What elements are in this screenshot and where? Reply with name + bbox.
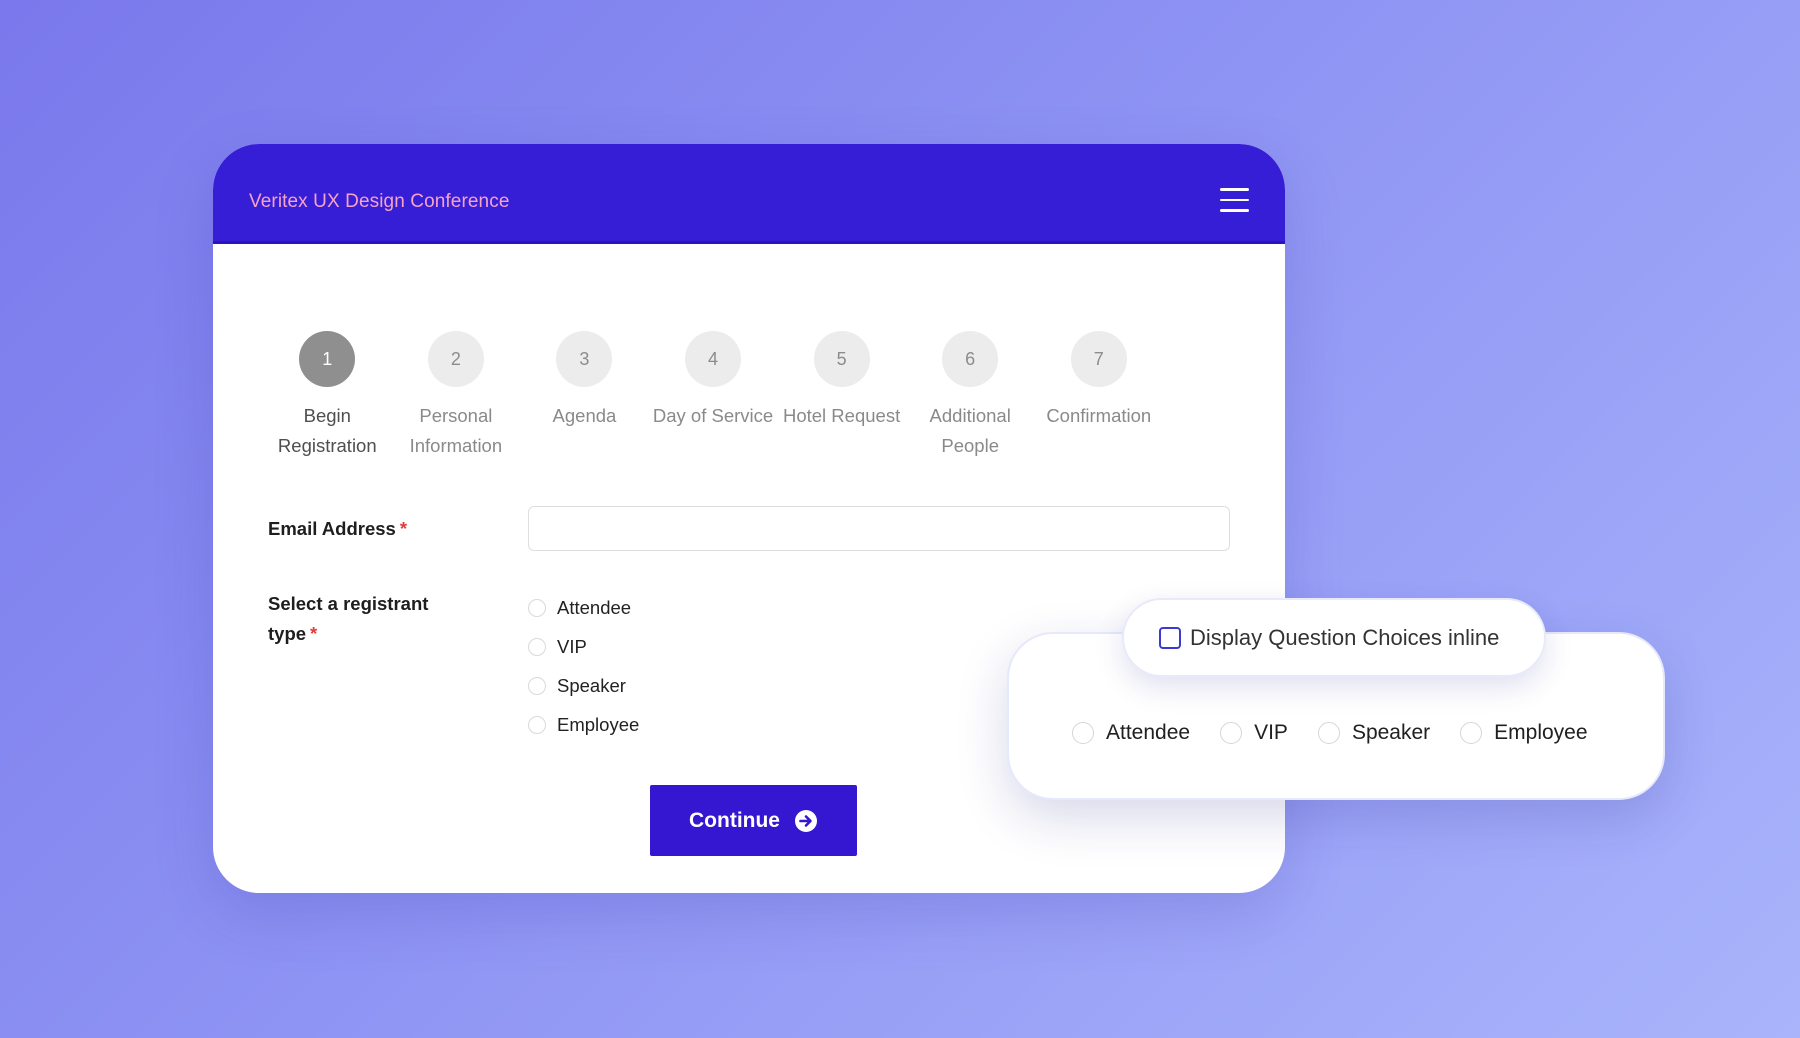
step-number: 5 <box>813 331 870 387</box>
step-personal-information[interactable]: 2 Personal Information <box>392 331 521 461</box>
radio-label: Employee <box>1494 721 1588 744</box>
radio-label: Speaker <box>1351 721 1431 744</box>
registrant-type-radio-group: Attendee VIP Speaker Employee <box>528 588 639 744</box>
step-number: 6 <box>942 331 999 387</box>
step-label: Begin Registration <box>277 405 377 456</box>
radio-button[interactable] <box>528 676 546 695</box>
email-label: Email Address * <box>268 518 408 539</box>
brand-title: Veritex UX Design Conference <box>249 191 510 212</box>
radio-label: VIP <box>557 635 587 657</box>
continue-button[interactable]: Continue <box>650 785 857 856</box>
step-number: 3 <box>556 331 613 387</box>
required-asterisk: * <box>310 623 318 644</box>
radio-button[interactable] <box>528 637 546 656</box>
email-field[interactable] <box>528 506 1230 551</box>
step-number: 4 <box>685 331 742 387</box>
step-confirmation[interactable]: 7 Confirmation <box>1034 331 1163 461</box>
hamburger-menu-icon[interactable] <box>1220 188 1249 212</box>
display-inline-toggle[interactable]: Display Question Choices inline <box>1122 598 1546 677</box>
radio-button[interactable] <box>1072 722 1094 744</box>
step-label: Additional People <box>929 405 1011 456</box>
step-number: 1 <box>299 331 356 387</box>
arrow-circle-right-icon <box>794 809 817 832</box>
required-asterisk: * <box>399 518 408 539</box>
radio-label: VIP <box>1254 721 1288 744</box>
radio-button[interactable] <box>528 598 546 617</box>
display-inline-checkbox[interactable] <box>1159 626 1181 649</box>
step-label: Day of Service <box>652 405 774 426</box>
step-progress: 1 Begin Registration 2 Personal Informat… <box>263 331 1163 461</box>
radio-button[interactable] <box>1317 722 1340 744</box>
radio-button[interactable] <box>1460 722 1483 744</box>
radio-option-speaker[interactable]: Speaker <box>528 666 639 705</box>
step-begin-registration[interactable]: 1 Begin Registration <box>263 331 392 461</box>
step-label: Personal Information <box>409 405 503 456</box>
step-additional-people[interactable]: 6 Additional People <box>906 331 1035 461</box>
radio-option-vip[interactable]: VIP <box>528 627 639 666</box>
step-label: Hotel Request <box>782 405 901 426</box>
radio-button[interactable] <box>1220 722 1243 744</box>
card-header: Veritex UX Design Conference <box>213 144 1285 244</box>
radio-button[interactable] <box>528 715 546 734</box>
step-label: Agenda <box>552 405 617 426</box>
inline-radio-group: Attendee VIP Speaker Employee <box>1072 721 1618 745</box>
step-hotel-request[interactable]: 5 Hotel Request <box>777 331 906 461</box>
radio-label: Attendee <box>557 596 632 618</box>
radio-option-employee[interactable]: Employee <box>528 705 639 744</box>
radio-label: Employee <box>557 713 640 735</box>
step-label: Confirmation <box>1046 405 1152 426</box>
step-day-of-service[interactable]: 4 Day of Service <box>649 331 778 461</box>
inline-option-speaker[interactable]: Speaker <box>1317 721 1431 745</box>
inline-option-attendee[interactable]: Attendee <box>1072 721 1190 745</box>
step-number: 2 <box>427 331 484 387</box>
step-number: 7 <box>1070 331 1127 387</box>
continue-label: Continue <box>689 808 780 832</box>
inline-option-vip[interactable]: VIP <box>1220 721 1288 745</box>
registrant-type-label: Select a registrant type * <box>268 593 429 644</box>
radio-label: Attendee <box>1106 721 1191 744</box>
radio-label: Speaker <box>557 674 626 696</box>
display-inline-label: Display Question Choices inline <box>1190 624 1500 650</box>
step-agenda[interactable]: 3 Agenda <box>520 331 649 461</box>
inline-option-employee[interactable]: Employee <box>1460 721 1588 745</box>
radio-option-attendee[interactable]: Attendee <box>528 588 639 627</box>
